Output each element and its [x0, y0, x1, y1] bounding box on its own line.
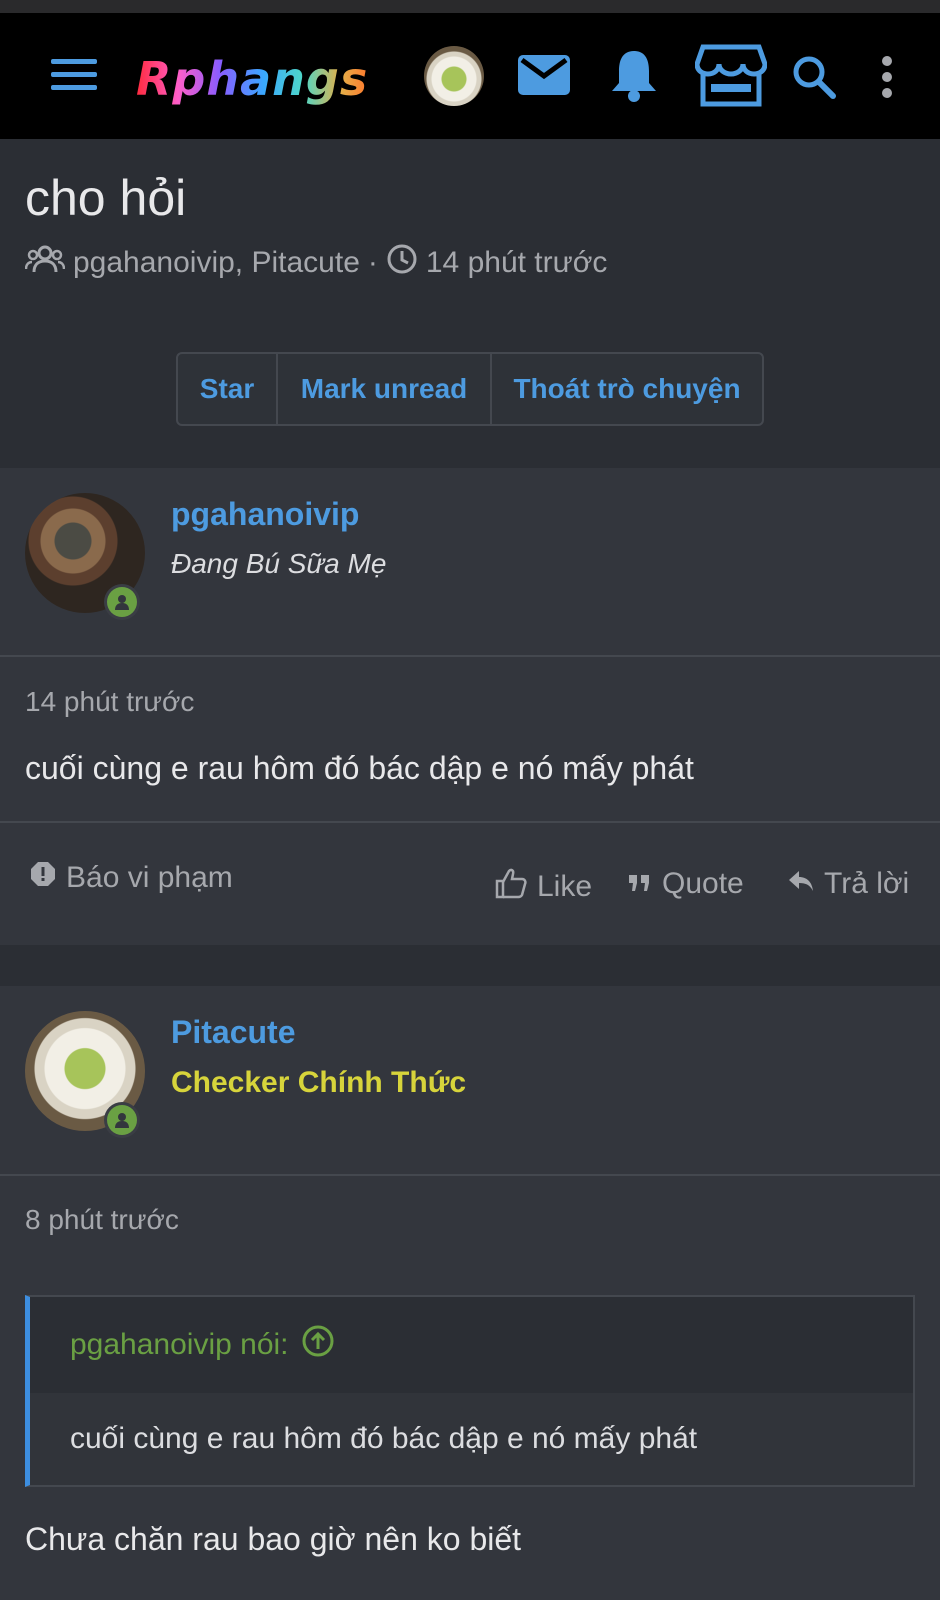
quote-header[interactable]: pgahanoivip nói: — [30, 1297, 913, 1393]
message-time[interactable]: 14 phút trước — [25, 686, 194, 718]
users-icon — [24, 244, 66, 282]
thumbs-up-icon — [495, 867, 527, 907]
meta-separator: · — [367, 246, 378, 279]
quote-block: pgahanoivip nói: cuối cùng e rau hôm đó … — [25, 1295, 915, 1487]
arrow-up-circle-icon[interactable] — [301, 1324, 335, 1366]
conversation-meta: pgahanoivip, Pitacute · 14 phút trước — [24, 243, 608, 283]
user-title: Checker Chính Thức — [171, 1066, 467, 1099]
search-icon[interactable] — [790, 53, 838, 101]
top-navigation-bar: Rphangs — [0, 13, 940, 139]
message-body: Chưa chăn rau bao giờ nên ko biết — [25, 1521, 522, 1557]
status-bar — [0, 0, 940, 13]
page-title: cho hỏi — [25, 170, 187, 226]
message-time[interactable]: 8 phút trước — [25, 1204, 179, 1236]
message-user-info: Pitacute Checker Chính Thức — [0, 986, 940, 1176]
conversation-time: 14 phút trước — [425, 246, 608, 279]
quote-body: cuối cùng e rau hôm đó bác dập e nó mấy … — [30, 1393, 913, 1485]
star-button[interactable]: Star — [178, 354, 278, 424]
quote-label: Quote — [662, 867, 744, 900]
menu-icon[interactable] — [50, 53, 98, 97]
username-link[interactable]: pgahanoivip — [171, 496, 359, 533]
quote-button[interactable]: Quote — [628, 867, 744, 901]
clock-icon — [386, 243, 418, 283]
mark-unread-button[interactable]: Mark unread — [278, 354, 492, 424]
leave-conversation-button[interactable]: Thoát trò chuyện — [492, 354, 762, 424]
participants-list: pgahanoivip, Pitacute — [73, 246, 360, 279]
site-logo[interactable]: Rphangs — [136, 49, 368, 109]
user-title: Đang Bú Sữa Mẹ — [171, 548, 387, 579]
store-icon[interactable] — [694, 43, 768, 109]
message-user-info: pgahanoivip Đang Bú Sữa Mẹ — [0, 468, 940, 657]
message-item: pgahanoivip Đang Bú Sữa Mẹ 14 phút trước… — [0, 468, 940, 945]
quote-author: pgahanoivip nói: — [70, 1328, 289, 1361]
conversation-header: cho hỏi pgahanoivip, Pitacute · 14 phút … — [0, 139, 940, 468]
message-body: cuối cùng e rau hôm đó bác dập e nó mấy … — [25, 750, 694, 786]
reply-label: Trả lời — [824, 867, 910, 900]
avatar[interactable] — [424, 46, 484, 106]
like-button[interactable]: Like — [495, 867, 592, 907]
report-button[interactable]: Báo vi phạm — [30, 861, 233, 895]
online-status-icon — [104, 584, 140, 620]
online-status-icon — [104, 1102, 140, 1138]
message-item: Pitacute Checker Chính Thức 8 phút trước… — [0, 986, 940, 1600]
conversation-actions: Star Mark unread Thoát trò chuyện — [176, 352, 764, 426]
like-label: Like — [537, 870, 593, 903]
quote-icon — [628, 867, 652, 901]
report-icon — [30, 861, 56, 895]
reply-icon — [788, 867, 814, 901]
message-actions: Báo vi phạm Like Quote Trả lời — [0, 821, 940, 945]
reply-button[interactable]: Trả lời — [788, 867, 909, 901]
mail-icon[interactable] — [516, 53, 572, 97]
report-label: Báo vi phạm — [66, 861, 233, 894]
username-link[interactable]: Pitacute — [171, 1014, 295, 1051]
more-vertical-icon[interactable] — [872, 53, 902, 101]
bell-icon[interactable] — [606, 47, 662, 103]
